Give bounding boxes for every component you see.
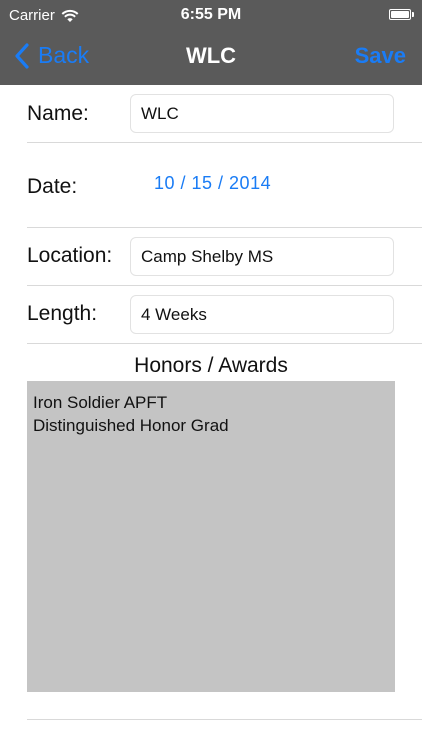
battery-tip	[412, 12, 414, 17]
name-label: Name:	[27, 102, 89, 125]
screen: Carrier 6:55 PM Back WLC Save Name: WLC …	[0, 0, 422, 750]
length-field[interactable]: 4 Weeks	[130, 295, 394, 334]
divider	[27, 719, 422, 720]
divider	[27, 343, 422, 344]
divider	[27, 285, 422, 286]
divider	[27, 142, 422, 143]
battery-icon	[389, 9, 415, 21]
honors-heading: Honors / Awards	[134, 354, 288, 377]
length-label: Length:	[27, 302, 98, 325]
date-label: Date:	[27, 175, 78, 198]
status-bar: Carrier 6:55 PM	[0, 0, 422, 30]
nav-bar: Back WLC Save	[0, 30, 422, 85]
header: Carrier 6:55 PM Back WLC Save	[0, 0, 422, 85]
divider	[27, 227, 422, 228]
honors-line: Distinguished Honor Grad	[33, 416, 229, 435]
name-field[interactable]: WLC	[130, 94, 394, 133]
save-button[interactable]: Save	[355, 43, 406, 69]
location-label: Location:	[27, 244, 113, 267]
honors-line: Iron Soldier APFT	[33, 393, 168, 412]
honors-text-area[interactable]: Iron Soldier APFT Distinguished Honor Gr…	[27, 381, 395, 692]
battery-body	[389, 9, 411, 20]
location-field[interactable]: Camp Shelby MS	[130, 237, 394, 276]
battery-fill	[391, 11, 409, 18]
date-picker-value[interactable]: 10 / 15 / 2014	[154, 173, 271, 194]
status-time: 6:55 PM	[180, 6, 242, 23]
